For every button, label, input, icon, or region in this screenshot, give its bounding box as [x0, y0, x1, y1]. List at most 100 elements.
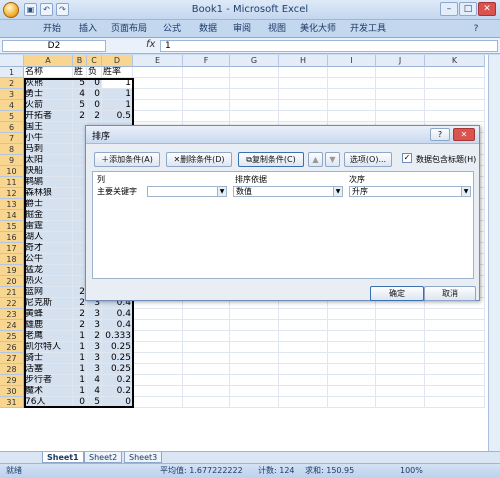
ok-button[interactable]: 确定 — [370, 286, 424, 301]
cell-a15[interactable]: 雷霆 — [24, 221, 73, 232]
cell-e28[interactable] — [133, 364, 183, 375]
cell-b31[interactable]: 0 — [73, 397, 87, 408]
cell-h25[interactable] — [279, 331, 328, 342]
cell-j24[interactable] — [376, 320, 425, 331]
cell-e2[interactable] — [133, 78, 183, 89]
cell-i27[interactable] — [328, 353, 376, 364]
cell-i1[interactable] — [328, 67, 376, 78]
cell-b29[interactable]: 1 — [73, 375, 87, 386]
cell-g27[interactable] — [230, 353, 279, 364]
cell-a27[interactable]: 骑士 — [24, 353, 73, 364]
cell-a21[interactable]: 篮网 — [24, 287, 73, 298]
cell-e1[interactable] — [133, 67, 183, 78]
row-header-5[interactable]: 5 — [0, 111, 24, 122]
cell-a24[interactable]: 雄鹿 — [24, 320, 73, 331]
column-header-e[interactable]: E — [133, 55, 183, 67]
cell-j3[interactable] — [376, 89, 425, 100]
row-header-25[interactable]: 25 — [0, 331, 24, 342]
cell-k25[interactable] — [425, 331, 485, 342]
tab-review[interactable]: 审阅 — [228, 23, 256, 36]
cell-k23[interactable] — [425, 309, 485, 320]
tab-data[interactable]: 数据 — [194, 23, 222, 36]
cell-c4[interactable]: 0 — [87, 100, 102, 111]
cell-k28[interactable] — [425, 364, 485, 375]
column-header-j[interactable]: J — [376, 55, 425, 67]
move-down-button[interactable]: ▼ — [325, 152, 340, 167]
cell-c3[interactable]: 0 — [87, 89, 102, 100]
dialog-close-button[interactable]: ✕ — [453, 128, 475, 141]
cell-h23[interactable] — [279, 309, 328, 320]
maximize-button[interactable]: □ — [459, 2, 477, 16]
row-header-20[interactable]: 20 — [0, 276, 24, 287]
column-header-i[interactable]: I — [328, 55, 376, 67]
cell-b3[interactable]: 4 — [73, 89, 87, 100]
move-up-button[interactable]: ▲ — [308, 152, 323, 167]
cell-b4[interactable]: 5 — [73, 100, 87, 111]
cell-a13[interactable]: 爵士 — [24, 199, 73, 210]
cell-g31[interactable] — [230, 397, 279, 408]
cell-a22[interactable]: 尼克斯 — [24, 298, 73, 309]
cell-a23[interactable]: 黄蜂 — [24, 309, 73, 320]
cell-h26[interactable] — [279, 342, 328, 353]
cell-a14[interactable]: 掘金 — [24, 210, 73, 221]
cell-b28[interactable]: 1 — [73, 364, 87, 375]
cell-d28[interactable]: 0.25 — [102, 364, 133, 375]
row-header-24[interactable]: 24 — [0, 320, 24, 331]
row-header-13[interactable]: 13 — [0, 199, 24, 210]
cell-j26[interactable] — [376, 342, 425, 353]
cell-g23[interactable] — [230, 309, 279, 320]
cell-k24[interactable] — [425, 320, 485, 331]
cell-b5[interactable]: 2 — [73, 111, 87, 122]
cell-d30[interactable]: 0.2 — [102, 386, 133, 397]
cell-f29[interactable] — [183, 375, 230, 386]
row-header-21[interactable]: 21 — [0, 287, 24, 298]
cell-a25[interactable]: 老鹰 — [24, 331, 73, 342]
cell-f25[interactable] — [183, 331, 230, 342]
column-header-d[interactable]: D — [102, 55, 133, 67]
cell-g30[interactable] — [230, 386, 279, 397]
cell-d27[interactable]: 0.25 — [102, 353, 133, 364]
column-header-c[interactable]: C — [87, 55, 102, 67]
cell-a9[interactable]: 太阳 — [24, 155, 73, 166]
cell-a10[interactable]: 快船 — [24, 166, 73, 177]
row-header-28[interactable]: 28 — [0, 364, 24, 375]
cell-e29[interactable] — [133, 375, 183, 386]
cell-e27[interactable] — [133, 353, 183, 364]
cell-b27[interactable]: 1 — [73, 353, 87, 364]
order-select[interactable]: 升序 ▼ — [349, 186, 471, 197]
cell-f4[interactable] — [183, 100, 230, 111]
cell-d4[interactable]: 1 — [102, 100, 133, 111]
row-header-14[interactable]: 14 — [0, 210, 24, 221]
cell-f27[interactable] — [183, 353, 230, 364]
cell-c26[interactable]: 3 — [87, 342, 102, 353]
cell-e26[interactable] — [133, 342, 183, 353]
sort-on-select[interactable]: 数值 ▼ — [233, 186, 343, 197]
sheet-tab-2[interactable]: Sheet2 — [84, 452, 123, 463]
cell-g26[interactable] — [230, 342, 279, 353]
cell-a6[interactable]: 国王 — [24, 122, 73, 133]
row-header-27[interactable]: 27 — [0, 353, 24, 364]
cell-a3[interactable]: 勇士 — [24, 89, 73, 100]
options-button[interactable]: 选项(O)... — [344, 152, 392, 167]
cell-d3[interactable]: 1 — [102, 89, 133, 100]
cell-e3[interactable] — [133, 89, 183, 100]
cell-i2[interactable] — [328, 78, 376, 89]
delete-level-button[interactable]: ✕删除条件(D) — [166, 152, 232, 167]
copy-level-button[interactable]: ⧉复制条件(C) — [238, 152, 304, 167]
cell-h24[interactable] — [279, 320, 328, 331]
cell-j4[interactable] — [376, 100, 425, 111]
row-header-1[interactable]: 1 — [0, 67, 24, 78]
cell-b23[interactable]: 2 — [73, 309, 87, 320]
cell-f30[interactable] — [183, 386, 230, 397]
tab-formulas[interactable]: 公式 — [158, 23, 186, 36]
row-header-16[interactable]: 16 — [0, 232, 24, 243]
row-header-31[interactable]: 31 — [0, 397, 24, 408]
cell-e30[interactable] — [133, 386, 183, 397]
cell-a17[interactable]: 奇才 — [24, 243, 73, 254]
tab-home[interactable]: 开始 — [38, 23, 66, 36]
row-header-11[interactable]: 11 — [0, 177, 24, 188]
cell-j23[interactable] — [376, 309, 425, 320]
formula-input[interactable]: 1 — [160, 40, 498, 52]
row-header-19[interactable]: 19 — [0, 265, 24, 276]
cell-k5[interactable] — [425, 111, 485, 122]
